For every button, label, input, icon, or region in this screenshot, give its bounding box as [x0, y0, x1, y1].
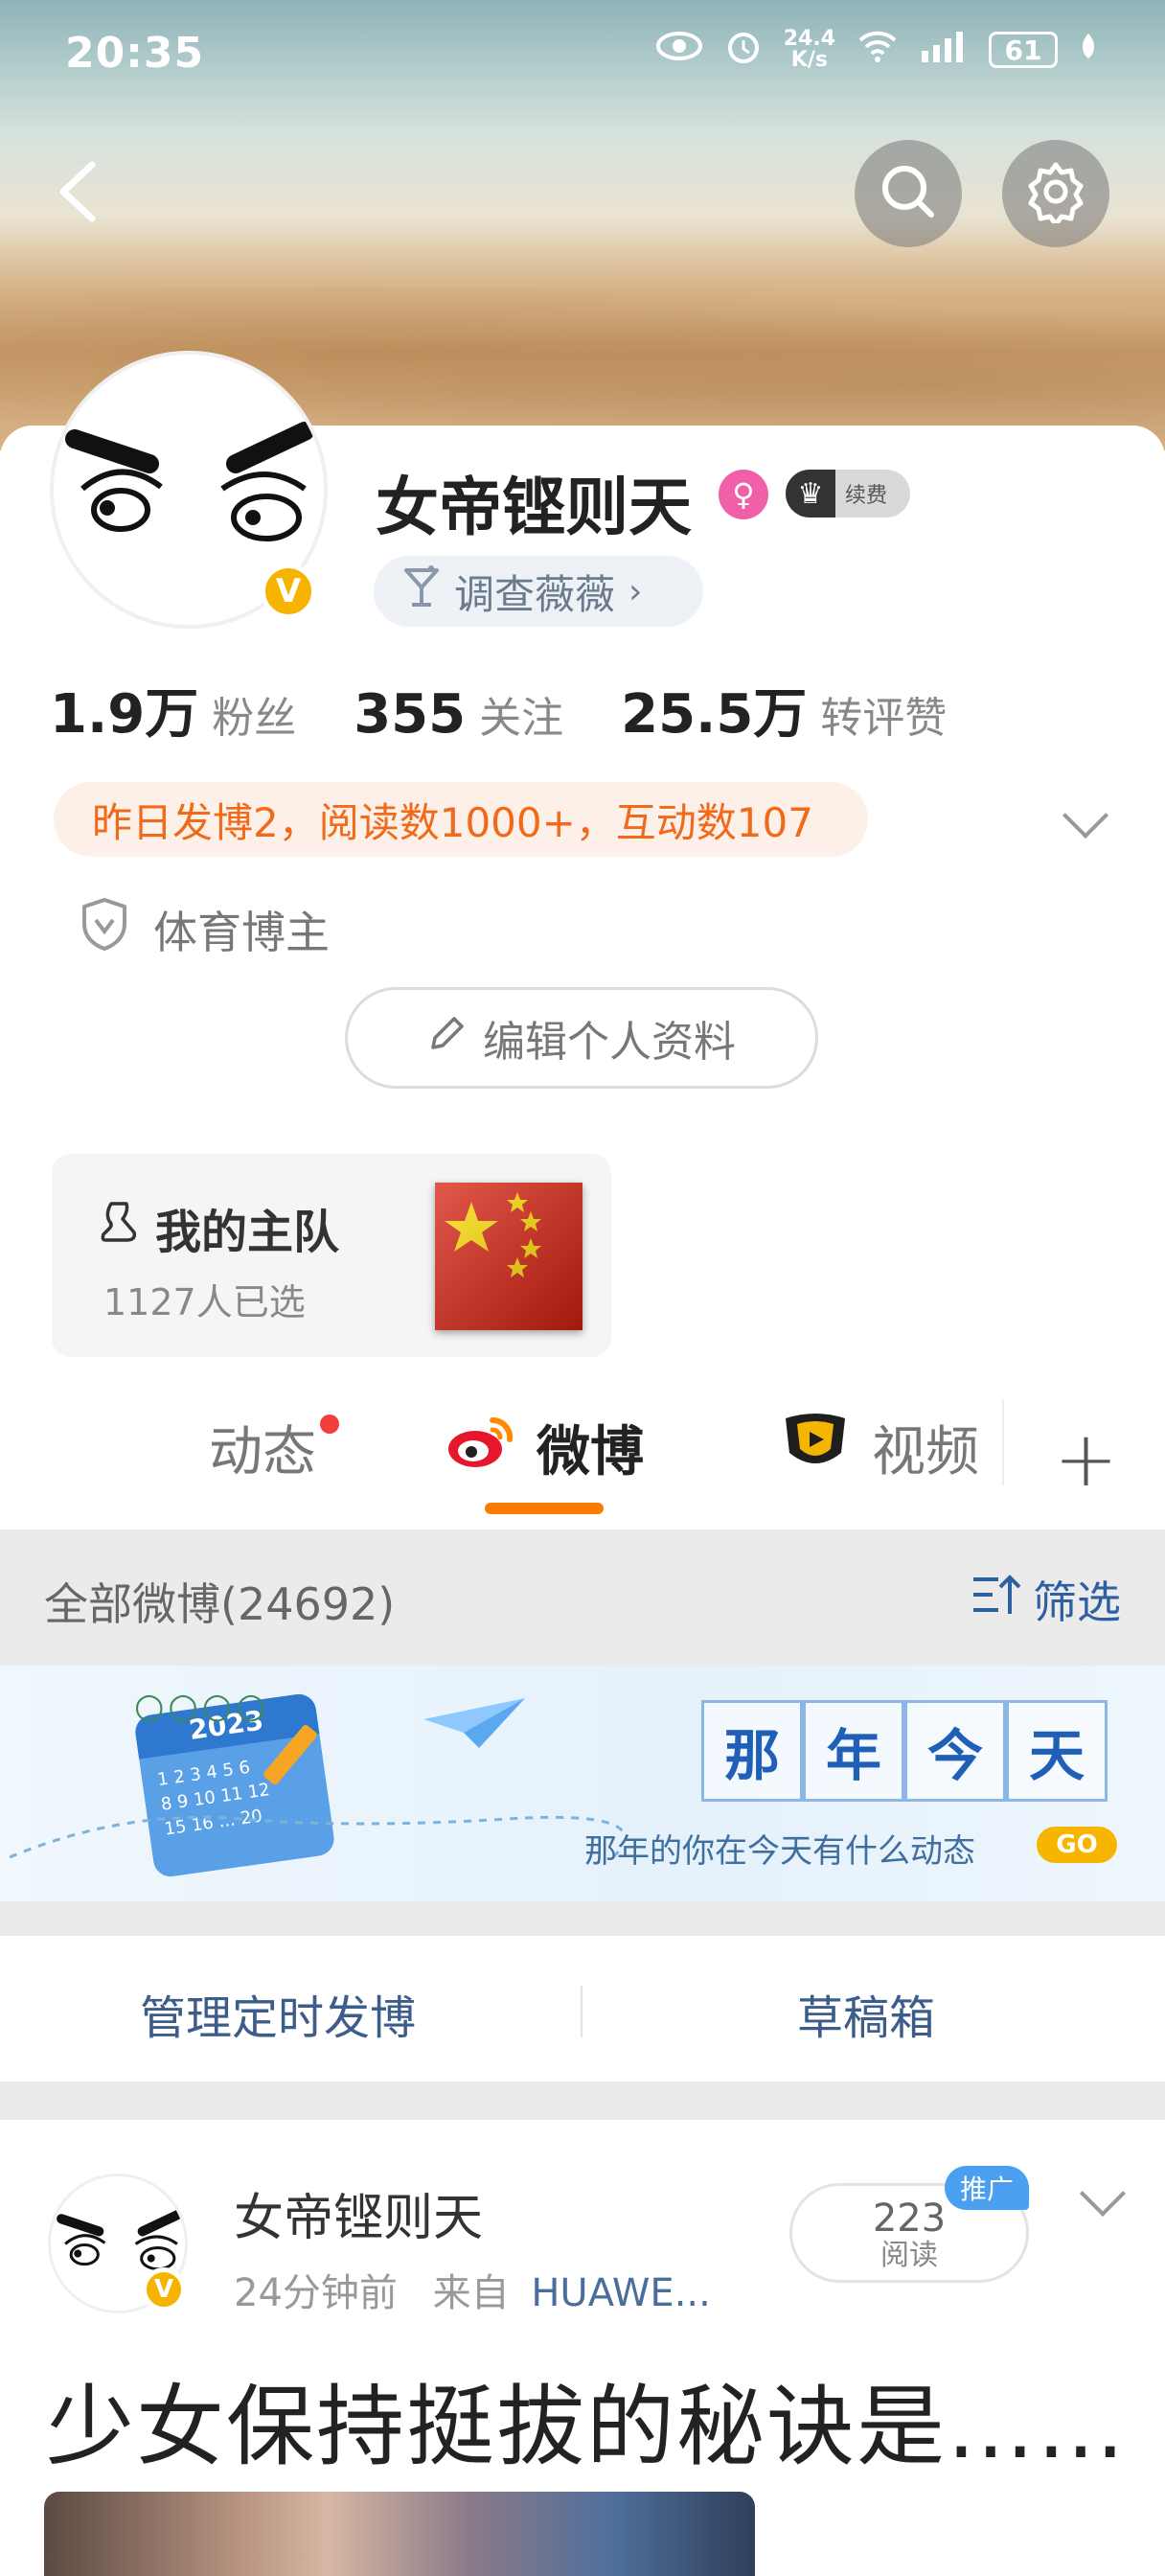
chevron-right-icon: ›: [628, 571, 643, 611]
status-icons: 24.4 K/s 61: [655, 27, 1098, 73]
add-tab-button[interactable]: +: [1054, 1414, 1118, 1504]
settings-button[interactable]: [1002, 140, 1109, 247]
tab-feed[interactable]: 动态: [209, 1409, 316, 1486]
chevron-down-icon[interactable]: [1079, 2170, 1127, 2218]
post-source: HUAWE...: [531, 2271, 711, 2315]
post-card[interactable]: V 女帝铿则天 24分钟前 来自 HUAWE... 223 阅读 推广 少女保持…: [0, 2120, 1165, 2576]
active-tab-indicator: [485, 1503, 604, 1514]
stat-following[interactable]: 355 关注: [354, 683, 563, 746]
video-icon: [778, 1411, 853, 1485]
alarm-icon: [724, 27, 763, 73]
female-icon: ♀: [719, 470, 768, 519]
stat-likes[interactable]: 25.5万 转评赞: [621, 671, 947, 748]
reads-label: 阅读: [880, 2239, 938, 2272]
tab-weibo[interactable]: 微博: [446, 1409, 644, 1486]
likes-count: 25.5万: [621, 683, 808, 746]
post-source-prefix: 来自: [432, 2271, 510, 2315]
status-time: 20:35: [65, 29, 205, 78]
vip-renew-label: 续费: [845, 484, 888, 508]
section-separator: [0, 1901, 1165, 1936]
post-image[interactable]: [44, 2492, 755, 2576]
dashed-path-decoration: [9, 1752, 627, 1871]
weibo-logo-icon: [446, 1413, 517, 1484]
on-this-day-banner[interactable]: 2023 1 2 3 4 5 6 8 9 10 11 12 15 16 ... …: [0, 1666, 1165, 1901]
drafts-button[interactable]: 草稿箱: [797, 1980, 935, 2047]
following-label: 关注: [479, 694, 564, 743]
scheduled-posts-button[interactable]: 管理定时发博: [140, 1980, 416, 2047]
verified-badge: V: [261, 564, 316, 619]
china-flag-icon: [435, 1183, 582, 1330]
my-team-card[interactable]: 我的主队 1127人已选: [52, 1154, 611, 1357]
likes-label: 转评赞: [820, 694, 948, 743]
category-label: 体育博主: [153, 906, 330, 958]
tab-feed-label: 动态: [209, 1421, 316, 1484]
banner-char: 那: [701, 1700, 803, 1802]
net-speed-value: 24.4: [783, 27, 835, 51]
category-row: 体育博主: [80, 897, 330, 961]
leaf-icon: [1079, 32, 1098, 68]
notification-dot: [320, 1414, 339, 1434]
divider: [581, 1986, 582, 2037]
back-arrow-icon[interactable]: [48, 153, 105, 230]
post-meta: 24分钟前 来自 HUAWE...: [234, 2262, 711, 2317]
banner-char: 天: [1006, 1700, 1108, 1802]
search-button[interactable]: [855, 140, 962, 247]
pencil-icon: [427, 1013, 468, 1064]
followers-count: 1.9万: [50, 683, 199, 746]
filter-button[interactable]: 筛选: [970, 1568, 1121, 1631]
followers-label: 粉丝: [212, 694, 297, 743]
net-speed-unit: K/s: [790, 48, 828, 72]
edit-profile-button[interactable]: 编辑个人资料: [345, 987, 818, 1089]
banner-char: 年: [803, 1700, 904, 1802]
banner-char: 今: [904, 1700, 1006, 1802]
post-time: 24分钟前: [234, 2271, 398, 2315]
eye-icon: [655, 30, 703, 70]
tab-weibo-label: 微博: [537, 1421, 644, 1484]
tab-divider: [1002, 1399, 1004, 1485]
banner-subtitle: 那年的你在今天有什么动态: [584, 1832, 975, 1871]
signal-icon: [920, 30, 968, 70]
profile-stats: 1.9万 粉丝 355 关注 25.5万 转评赞: [50, 671, 947, 748]
team-title-row: 我的主队: [100, 1194, 339, 1261]
profile-name: 女帝铿则天: [376, 471, 692, 544]
cocktail-icon: [402, 564, 441, 618]
post-author-name[interactable]: 女帝铿则天: [234, 2177, 483, 2249]
post-text: 少女保持挺拔的秘诀是……: [46, 2376, 1128, 2478]
sort-icon: [970, 1572, 1023, 1628]
search-icon: [878, 161, 939, 226]
gear-icon: [1024, 160, 1087, 227]
net-speed: 24.4 K/s: [784, 29, 835, 71]
following-count: 355: [354, 683, 467, 746]
vip-badge[interactable]: ♛ 续费: [786, 470, 910, 518]
team-subtitle: 1127人已选: [103, 1281, 306, 1323]
team-title: 我的主队: [155, 1206, 340, 1259]
edit-profile-label: 编辑个人资料: [483, 1018, 736, 1067]
activity-notice[interactable]: 昨日发博2，阅读数1000+，互动数107: [54, 782, 868, 857]
team-icon: [100, 1200, 142, 1255]
posts-filter-bar: 全部微博(24692) 筛选: [0, 1530, 1165, 1666]
tab-video[interactable]: 视频: [778, 1409, 979, 1486]
paper-plane-icon: [422, 1694, 527, 1756]
wifi-icon: [857, 29, 899, 71]
crown-icon: ♛: [797, 476, 824, 511]
battery-icon: 61: [989, 32, 1058, 68]
post-management-bar: 管理定时发博 草稿箱: [0, 1936, 1165, 2082]
section-separator: [0, 2082, 1165, 2120]
verified-badge: V: [142, 2267, 186, 2312]
calendar-rings-icon: ○○○○: [134, 1687, 270, 1726]
profile-tag-pill[interactable]: 调查薇薇 ›: [374, 556, 703, 627]
stat-followers[interactable]: 1.9万 粉丝: [50, 671, 296, 748]
shield-icon: [80, 897, 128, 961]
all-posts-count[interactable]: 全部微博(24692): [44, 1570, 395, 1633]
promote-badge[interactable]: 推广: [945, 2166, 1029, 2210]
profile-tag-label: 调查薇薇: [454, 570, 616, 618]
tab-video-label: 视频: [872, 1421, 979, 1484]
banner-go-button[interactable]: GO: [1037, 1827, 1117, 1863]
filter-label: 筛选: [1033, 1576, 1121, 1628]
